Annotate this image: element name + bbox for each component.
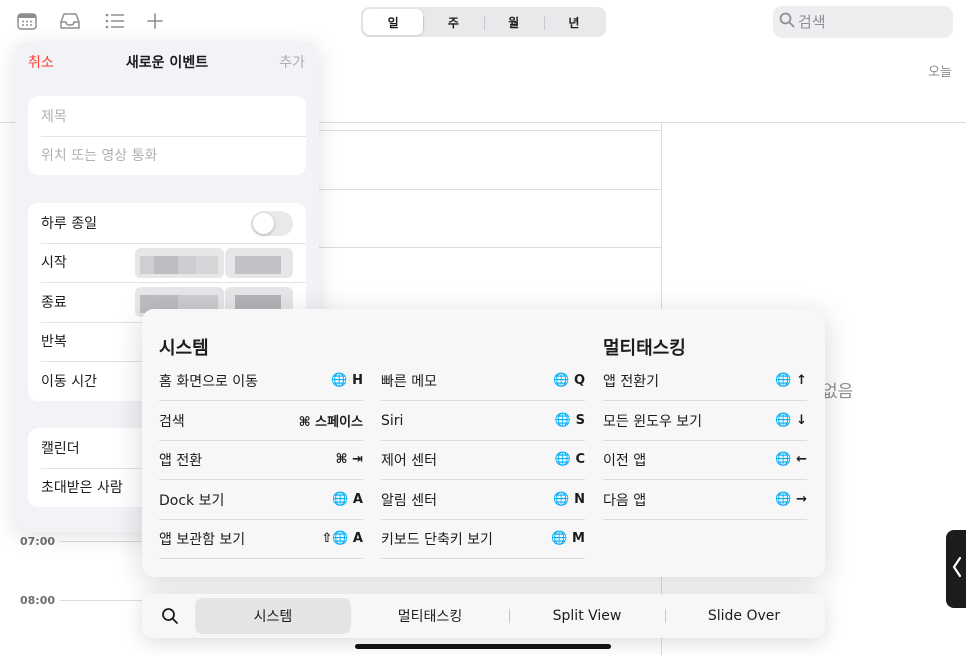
all-day-toggle[interactable] (251, 211, 293, 236)
grid-line (60, 600, 142, 601)
shortcut-row: 앱 전환 ⌘ ⇥ (159, 440, 363, 480)
calendar-label: 캘린더 (41, 440, 80, 457)
repeat-label: 반복 (41, 334, 67, 351)
shortcut-row: Siri 🌐 S (381, 401, 585, 441)
search-field[interactable] (773, 6, 953, 38)
today-button[interactable]: 오늘 (928, 61, 952, 80)
all-day-row: 하루 종일 (28, 203, 306, 243)
home-indicator[interactable] (355, 644, 611, 649)
list-icon[interactable] (103, 10, 127, 32)
tab-year[interactable]: 년 (543, 9, 604, 35)
chevron-left-icon (952, 555, 962, 583)
view-segmented-control: 일 주 월 년 (361, 7, 606, 37)
shortcut-row: 모든 윈도우 보기 🌐 ↓ (603, 401, 807, 441)
tab-day[interactable]: 일 (363, 9, 424, 35)
title-field[interactable]: 제목 (28, 96, 306, 136)
no-events-label: 없음 (822, 382, 854, 402)
tab-week[interactable]: 주 (423, 9, 483, 35)
cancel-button[interactable]: 취소 (28, 52, 54, 72)
grid-line (319, 247, 662, 248)
search-input[interactable] (798, 13, 938, 31)
invitees-label: 초대받은 사람 (41, 480, 123, 497)
start-date-picker[interactable] (135, 247, 224, 278)
shortcut-row: 제어 센터 🌐 C (381, 440, 585, 480)
all-day-label: 하루 종일 (41, 215, 97, 232)
travel-time-label: 이동 시간 (41, 373, 97, 390)
shortcut-row-last: 키보드 단축키 보기 🌐 M (381, 519, 585, 559)
title-location-group: 제목 위치 또는 영상 통화 (28, 96, 306, 175)
shortcut-row: 검색 ⌘ 스페이스 (159, 401, 363, 441)
grid-line (60, 541, 142, 542)
start-time-picker[interactable] (225, 247, 293, 278)
add-icon[interactable] (143, 10, 167, 32)
tab-month[interactable]: 월 (483, 9, 544, 35)
time-label: 08:00 (20, 594, 56, 607)
slide-over-handle[interactable] (946, 530, 966, 608)
search-icon (779, 12, 795, 32)
section-heading: 시스템 (159, 338, 209, 359)
inbox-icon[interactable] (58, 10, 82, 32)
shortcut-row: 앱 전환기 🌐 ↑ (603, 361, 807, 401)
shortcut-row-last: 앱 보관함 보기 ⇧🌐 A (159, 519, 363, 559)
tab-slide-over[interactable]: Slide Over (666, 598, 822, 634)
grid-line (319, 189, 662, 190)
start-row[interactable]: 시작 (28, 242, 306, 283)
shortcut-row: 빠른 메모 🌐 Q (381, 361, 585, 401)
shortcut-row: 다음 앱 🌐 → (603, 480, 807, 520)
shortcut-category-bar: 시스템 멀티태스킹 Split View Slide Over (142, 594, 825, 638)
keyboard-shortcuts-overlay: 시스템 홈 화면으로 이동 🌐 H 검색 ⌘ 스페이스 앱 전환 ⌘ ⇥ Dock 보… (142, 309, 825, 577)
location-field[interactable]: 위치 또는 영상 통화 (28, 135, 306, 176)
add-button[interactable]: 추가 (279, 52, 305, 72)
end-label: 종료 (41, 294, 67, 311)
tab-split-view[interactable]: Split View (509, 598, 665, 634)
time-label: 07:00 (20, 535, 56, 548)
shortcut-row: 알림 센터 🌐 N (381, 480, 585, 520)
tab-system[interactable]: 시스템 (195, 598, 351, 634)
start-label: 시작 (41, 255, 67, 272)
popover-title: 새로운 이벤트 (125, 55, 209, 71)
calendar-icon[interactable] (15, 10, 39, 32)
shortcut-row: 이전 앱 🌐 ← (603, 440, 807, 480)
shortcut-row: Dock 보기 🌐 A (159, 480, 363, 520)
search-icon[interactable] (161, 607, 179, 629)
grid-line (319, 130, 662, 131)
popover-header: 새로운 이벤트 취소 추가 (15, 42, 319, 82)
section-heading: 멀티태스킹 (603, 338, 686, 359)
tab-multitasking[interactable]: 멀티태스킹 (352, 598, 508, 634)
shortcut-row: 홈 화면으로 이동 🌐 H (159, 361, 363, 401)
